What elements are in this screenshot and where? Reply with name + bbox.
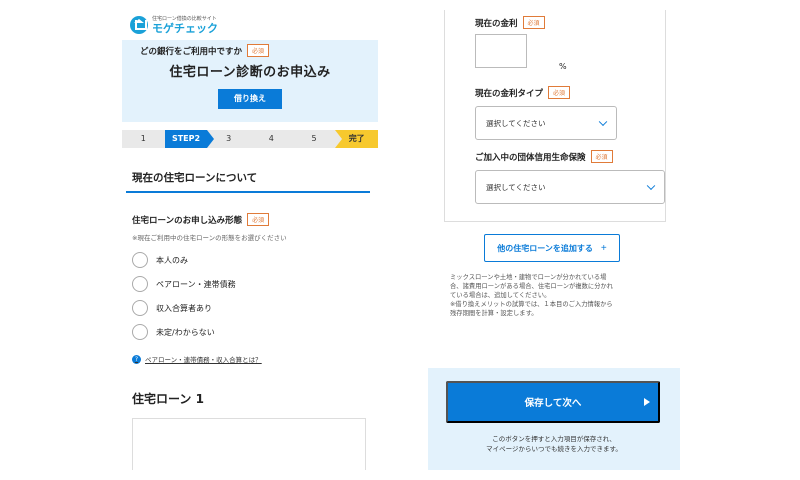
insurance-label: ご加入中の団体信用生命保険 必須	[475, 150, 613, 163]
required-badge: 必須	[247, 213, 270, 226]
logo-name: モゲチェック	[152, 21, 218, 35]
chevron-down-icon	[598, 117, 608, 127]
section-title: 現在の住宅ローンについて	[132, 172, 258, 184]
insurance-select[interactable]: 選択してください	[475, 170, 665, 204]
radio-option-self[interactable]: 本人のみ	[132, 248, 236, 272]
bank-question-label: どの銀行をご利用中ですか 必須	[140, 44, 270, 57]
radio-circle[interactable]	[132, 300, 148, 316]
step-indicator: 1 STEP2 3 4 5 完了	[122, 130, 378, 148]
radio-option-undecided[interactable]: 未定/わからない	[132, 320, 236, 344]
step-complete: 完了	[335, 130, 378, 148]
step-5: 5	[311, 134, 317, 143]
loan-1-card	[132, 418, 366, 470]
plus-icon: +	[600, 242, 607, 254]
radio-circle[interactable]	[132, 252, 148, 268]
page-title: 住宅ローン診断のお申込み	[169, 65, 331, 80]
save-section: 保存して次へ このボタンを押すと入力項目が保存され、 マイページからいつでも続き…	[428, 368, 680, 470]
help-link[interactable]: ? ペアローン・連帯債務・収入合算とは？	[132, 354, 262, 364]
right-panel: 現在の金利 必須 % 現在の金利タイプ 必須 選択してください ご加入中の団体信…	[428, 10, 680, 470]
save-note: このボタンを押すと入力項目が保存され、 マイページからいつでも続きを入力できます…	[486, 435, 622, 453]
house-icon	[130, 16, 148, 34]
rate-type-select[interactable]: 選択してください	[475, 106, 617, 140]
required-badge: 必須	[522, 16, 545, 29]
logo[interactable]: 住宅ローン借換の比較サイト モゲチェック	[130, 16, 218, 34]
rate-type-label: 現在の金利タイプ 必須	[475, 86, 571, 99]
radio-option-combined-income[interactable]: 収入合算者あり	[132, 296, 236, 320]
step-4: 4	[268, 134, 274, 143]
chevron-down-icon	[646, 181, 656, 191]
application-type-note: ※現在ご利用中の住宅ローンの形態をお選びください	[132, 234, 287, 242]
interest-rate-label: 現在の金利 必須	[475, 16, 545, 29]
section-divider	[126, 191, 370, 193]
logo-subtitle: 住宅ローン借換の比較サイト	[152, 15, 217, 22]
percent-unit: %	[559, 62, 567, 71]
required-badge: 必須	[247, 44, 270, 57]
radio-option-pair-loan[interactable]: ペアローン・連帯債務	[132, 272, 236, 296]
interest-rate-input[interactable]	[475, 34, 527, 68]
radio-circle[interactable]	[132, 276, 148, 292]
refinance-button[interactable]: 借り換え	[218, 89, 282, 109]
save-and-next-button[interactable]: 保存して次へ	[446, 381, 660, 423]
left-panel: 住宅ローン借換の比較サイト モゲチェック 住宅ローン診断のお申込み 借り換え 1…	[122, 10, 378, 470]
step-1: 1	[140, 134, 146, 143]
add-loan-info: ミックスローンや土地・建物でローンが分かれている場 合、諸費用ローンがある場合、…	[450, 274, 614, 317]
step-2-current: STEP2	[164, 130, 214, 148]
question-icon: ?	[132, 354, 141, 364]
required-badge: 必須	[590, 150, 613, 163]
radio-circle[interactable]	[132, 324, 148, 340]
add-loan-button[interactable]: 他の住宅ローンを追加する +	[484, 234, 620, 262]
required-badge: 必須	[548, 86, 571, 99]
loan-details-card: 現在の金利 必須 % 現在の金利タイプ 必須 選択してください ご加入中の団体信…	[444, 10, 666, 222]
arrow-right-icon	[644, 398, 650, 406]
application-type-options: 本人のみ ペアローン・連帯債務 収入合算者あり 未定/わからない	[132, 248, 236, 344]
application-type-label: 住宅ローンのお申し込み形態 必須	[132, 213, 270, 226]
loan-1-title: 住宅ローン 1	[132, 392, 204, 406]
